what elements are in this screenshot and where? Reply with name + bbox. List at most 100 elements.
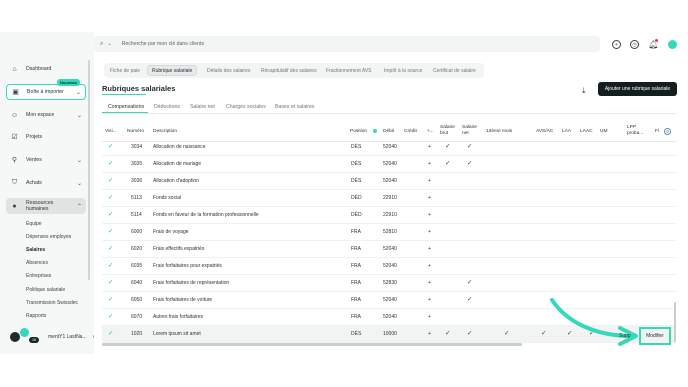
inbox-icon: ▣ [12, 89, 19, 96]
user-avatar-top[interactable] [668, 40, 677, 49]
tab-withholding-tax[interactable]: Impôt à la source [380, 65, 426, 76]
column-header-visible[interactable]: Visi... [105, 129, 117, 135]
cell-description: Allocation d'adoption [153, 178, 199, 184]
table-row[interactable]: ✓ 6035 Frais forfaitaires pour expatriés FR… [102, 258, 676, 275]
sidebar-item-my-space[interactable]: ☺ Mon espace ⌄ [6, 107, 86, 123]
sidebar-subitem-companies[interactable]: Entreprises [26, 273, 51, 279]
column-header-debit[interactable]: Débit [383, 129, 394, 135]
visible-check-icon[interactable]: ✓ [108, 227, 113, 235]
cell-plus: + [428, 178, 431, 184]
visible-check-icon[interactable]: ✓ [108, 176, 113, 184]
column-header-lpp[interactable]: LPP proba... [627, 125, 649, 137]
sidebar-subitem-salary-policy[interactable]: Politique salariale [26, 287, 65, 293]
tab-compensations[interactable]: Compensations [108, 104, 144, 110]
tab-net-salary[interactable]: Salaire net [190, 104, 215, 110]
sidebar-subitem-salaries[interactable]: Salaires [26, 247, 45, 253]
tab-social-charges[interactable]: Charges sociales [226, 104, 266, 110]
visible-check-icon[interactable]: ✓ [108, 210, 113, 218]
download-icon[interactable]: ⤓ [582, 86, 586, 96]
check-icon: ✓ [445, 330, 451, 337]
vertical-scrollbar[interactable] [674, 302, 676, 342]
sidebar-subitem-swissdec[interactable]: Transmission Swissdec [26, 300, 78, 306]
tab-salary-summary[interactable]: Récapitulatif des salaires [257, 65, 321, 76]
tab-avs-split[interactable]: Fractionnement AVS [322, 65, 376, 76]
user-menu[interactable]: mentY1 LastNa... › [10, 332, 94, 342]
table-row[interactable]: ✓ 3035 Allocation de mariage DÉS 52040 + ✓ ✓ [102, 156, 676, 173]
tab-salary-details[interactable]: Détails des salaires [203, 65, 254, 76]
sidebar-subitem-team[interactable]: Équipe [26, 221, 42, 227]
table-row[interactable]: ✓ 6000 Frais de voyage FRA 52810 + [102, 224, 676, 241]
column-header-13th-month[interactable]: 13ème mois [486, 129, 512, 135]
column-header-plus[interactable]: +... [427, 129, 434, 135]
visible-check-icon[interactable]: ✓ [108, 159, 113, 167]
sidebar-scrollbar[interactable] [88, 60, 90, 280]
cell-description: Autres frais forfaitaires [153, 314, 204, 320]
cell-description: Fonds social [153, 195, 182, 201]
tab-bases-salaries[interactable]: Bases et salaires [275, 104, 315, 110]
sidebar-item-purchases[interactable]: ⛉ Achats ⌄ [6, 175, 86, 191]
sidebar-item-sales[interactable]: ⚲ Ventes ⌄ [6, 152, 86, 168]
visible-check-icon[interactable]: ✓ [108, 295, 113, 303]
tab-deductions[interactable]: Déductions [154, 104, 180, 110]
table-row[interactable]: ✓ 5113 Fonds social DÉD 22910 + [102, 190, 676, 207]
cell-debit: 52040 [383, 314, 397, 320]
table-row[interactable]: ✓ 6040 Frais forfaitaires de représentatio… [102, 275, 676, 292]
tabs-divider [102, 113, 676, 114]
column-header-description[interactable]: Description [153, 129, 177, 135]
chevron-down-icon[interactable]: ⌄ [107, 41, 111, 47]
visible-check-icon[interactable]: ✓ [108, 193, 113, 201]
table-row[interactable]: ✓ 3036 Allocation d'adoption DÉS 52040 + [102, 173, 676, 190]
visible-check-icon[interactable]: ✓ [108, 142, 113, 150]
column-header-credit[interactable]: Crédit [404, 129, 417, 135]
search-bar[interactable]: ⌕ ⌄ Recherche par mon clé dans clients [94, 36, 600, 52]
sidebar-item-inbox[interactable]: ▣ Boîte à importer ⌄ [6, 84, 86, 100]
sidebar-item-label: Boîte à importer [27, 89, 64, 95]
cell-debit: 22910 [383, 195, 397, 201]
tab-salary-certificate[interactable]: Certificat de salaire [429, 65, 480, 76]
table-row[interactable]: ✓ 6020 Frais effectifs expatriés FRA 52040 + [102, 241, 676, 258]
sidebar-item-label: Dashboard [26, 66, 52, 72]
column-header-avs-ac[interactable]: AVS/AC [536, 129, 553, 135]
user-icon: ☺ [10, 111, 19, 119]
visible-check-icon[interactable]: ✓ [108, 312, 113, 320]
cell-number: 3034 [131, 144, 143, 150]
column-header-um[interactable]: UM [600, 129, 607, 135]
table-row[interactable]: ✓ 5114 Fonds en faveur de la formation pro… [102, 207, 676, 224]
delete-row-button[interactable]: Supp [619, 333, 631, 339]
column-header-laac[interactable]: LAAC [580, 129, 593, 135]
column-settings-icon[interactable]: ⚙ [664, 128, 671, 135]
column-header-fi[interactable]: Fi [655, 129, 659, 135]
clock-icon[interactable]: ◷ [630, 40, 639, 49]
sidebar-item-projects[interactable]: ☑ Projets [6, 129, 86, 145]
cell-number: 6050 [131, 297, 143, 303]
column-header-laa[interactable]: LAA [562, 129, 571, 135]
cell-description: Frais forfaitaires de représentation [153, 280, 230, 286]
visible-check-icon[interactable]: ✓ [108, 244, 113, 252]
visible-check-icon[interactable]: ✓ [108, 261, 113, 269]
sidebar-subitem-employee-expenses[interactable]: Dépenses employés [26, 234, 71, 240]
cell-number: 6000 [131, 229, 143, 235]
sidebar-subitem-absences[interactable]: Absences [26, 260, 48, 266]
horizontal-scrollbar[interactable] [102, 343, 522, 346]
sidebar-item-dashboard[interactable]: ⌂ Dashboard [6, 61, 86, 77]
visible-check-icon[interactable]: ✓ [108, 329, 113, 337]
add-circle-icon[interactable]: + [612, 40, 621, 49]
column-header-number[interactable]: Numéro [127, 129, 144, 135]
sidebar-subitem-reports[interactable]: Rapports [26, 313, 46, 319]
column-header-net[interactable]: Salaire net [462, 125, 482, 137]
tag-icon: ⚲ [11, 157, 18, 164]
column-header-position[interactable]: Position [350, 129, 367, 135]
tab-payslip[interactable]: Fiche de paie [106, 65, 144, 76]
tab-salary-items[interactable]: Rubrique salariale [147, 65, 198, 76]
column-header-gross[interactable]: Salaire brut [440, 125, 460, 137]
sidebar-item-hr[interactable]: ● Ressources humaines ⌃ [6, 198, 86, 214]
visible-check-icon[interactable]: ✓ [108, 278, 113, 286]
check-square-icon: ☑ [11, 134, 18, 141]
cell-debit: 52040 [383, 263, 397, 269]
search-icon: ⌕ [100, 40, 104, 47]
table-row[interactable]: ✓ 3034 Allocation de naissance DÉS 52040 + ✓ ✓ [102, 139, 676, 156]
cell-position: DÉD [351, 195, 362, 201]
add-salary-item-button[interactable]: Ajouter une rubrique salariale [598, 82, 677, 96]
edit-row-button[interactable]: Modifier [639, 327, 671, 345]
cell-description: Frais forfaitaires de voiture [153, 297, 213, 303]
